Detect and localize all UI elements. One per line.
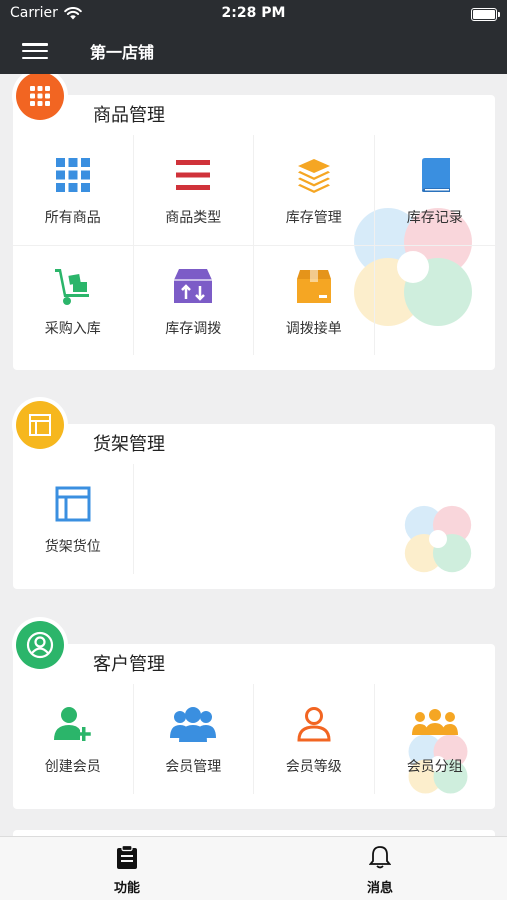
section-badge — [12, 397, 68, 453]
add-user-icon — [53, 707, 91, 741]
menu-item-label: 会员等级 — [285, 759, 342, 775]
menu-item-label: 库存管理 — [285, 210, 342, 226]
package-icon — [296, 270, 331, 303]
section-product-management: 商品管理 所有商品 商品类型 库存管理 库存记录 采购入库 库存调拨 调拨接单 — [12, 74, 496, 370]
list-bars-icon — [176, 160, 211, 190]
user-outline-icon — [297, 707, 331, 742]
menu-item-empty — [374, 245, 495, 355]
clipboard-icon — [117, 844, 137, 869]
section-title: 客户管理 — [93, 654, 165, 675]
menu-item-label: 货架货位 — [44, 539, 101, 555]
menu-item-label: 创建会员 — [44, 759, 101, 775]
book-icon — [421, 158, 450, 192]
menu-item-label: 商品类型 — [165, 210, 222, 226]
grid-icon — [55, 158, 90, 192]
menu-item-member-levels[interactable]: 会员等级 — [254, 684, 375, 794]
bell-icon — [368, 846, 392, 869]
section-badge — [12, 74, 68, 124]
layout-icon — [16, 401, 64, 449]
tab-bar: 功能 消息 — [0, 836, 507, 900]
menu-item-member-groups[interactable]: 会员分组 — [375, 684, 496, 794]
tab-label: 功能 — [113, 881, 140, 896]
battery-icon — [471, 8, 500, 21]
nav-bar: 第一店铺 — [0, 28, 507, 74]
shelf-layout-icon — [55, 486, 91, 522]
main-content[interactable]: 商品管理 所有商品 商品类型 库存管理 库存记录 采购入库 库存调拨 调拨接单 … — [0, 74, 507, 836]
menu-item-product-types[interactable]: 商品类型 — [134, 135, 254, 245]
tab-messages[interactable]: 消息 — [320, 845, 440, 896]
menu-item-transfer-orders[interactable]: 调拨接单 — [254, 245, 375, 355]
menu-item-purchase-inbound[interactable]: 采购入库 — [13, 245, 134, 355]
status-time: 2:28 PM — [221, 5, 286, 21]
menu-item-label: 调拨接单 — [285, 321, 342, 337]
tab-label: 消息 — [366, 881, 393, 896]
menu-item-label: 会员管理 — [165, 759, 222, 775]
menu-item-stock-transfer[interactable]: 库存调拨 — [133, 245, 254, 355]
menu-item-label: 库存调拨 — [165, 321, 222, 337]
top-bar: Carrier 2:28 PM 第一店铺 — [0, 0, 507, 74]
user-icon — [16, 621, 64, 669]
page-title: 第一店铺 — [90, 43, 155, 62]
section-badge — [12, 617, 68, 673]
menu-item-label: 所有商品 — [44, 210, 101, 226]
section-title: 货架管理 — [93, 434, 165, 455]
menu-item-label: 采购入库 — [44, 321, 101, 337]
apps-icon — [16, 74, 64, 120]
section-shelf-management: 货架管理 货架货位 — [12, 397, 495, 589]
menu-button[interactable] — [22, 40, 48, 62]
hand-truck-icon — [54, 269, 89, 305]
menu-item-create-member[interactable]: 创建会员 — [13, 684, 134, 794]
section-title: 商品管理 — [93, 105, 165, 126]
transfer-box-icon — [174, 269, 213, 303]
menu-item-label: 会员分组 — [406, 759, 463, 775]
menu-item-all-products[interactable]: 所有商品 — [13, 135, 134, 245]
menu-item-inventory-records[interactable]: 库存记录 — [375, 135, 496, 245]
section-customer-management: 客户管理 创建会员 会员管理 会员等级 会员分组 — [12, 617, 496, 809]
tab-functions[interactable]: 功能 — [67, 844, 187, 896]
layers-icon — [297, 159, 330, 193]
menu-item-inventory-management[interactable]: 库存管理 — [254, 135, 375, 245]
menu-item-shelf-locations[interactable]: 货架货位 — [13, 464, 134, 574]
team-icon — [411, 709, 458, 735]
users-group-icon — [170, 707, 217, 742]
status-bar: Carrier 2:28 PM — [0, 0, 507, 28]
menu-item-label: 库存记录 — [406, 210, 463, 226]
menu-item-member-management[interactable]: 会员管理 — [134, 684, 254, 794]
